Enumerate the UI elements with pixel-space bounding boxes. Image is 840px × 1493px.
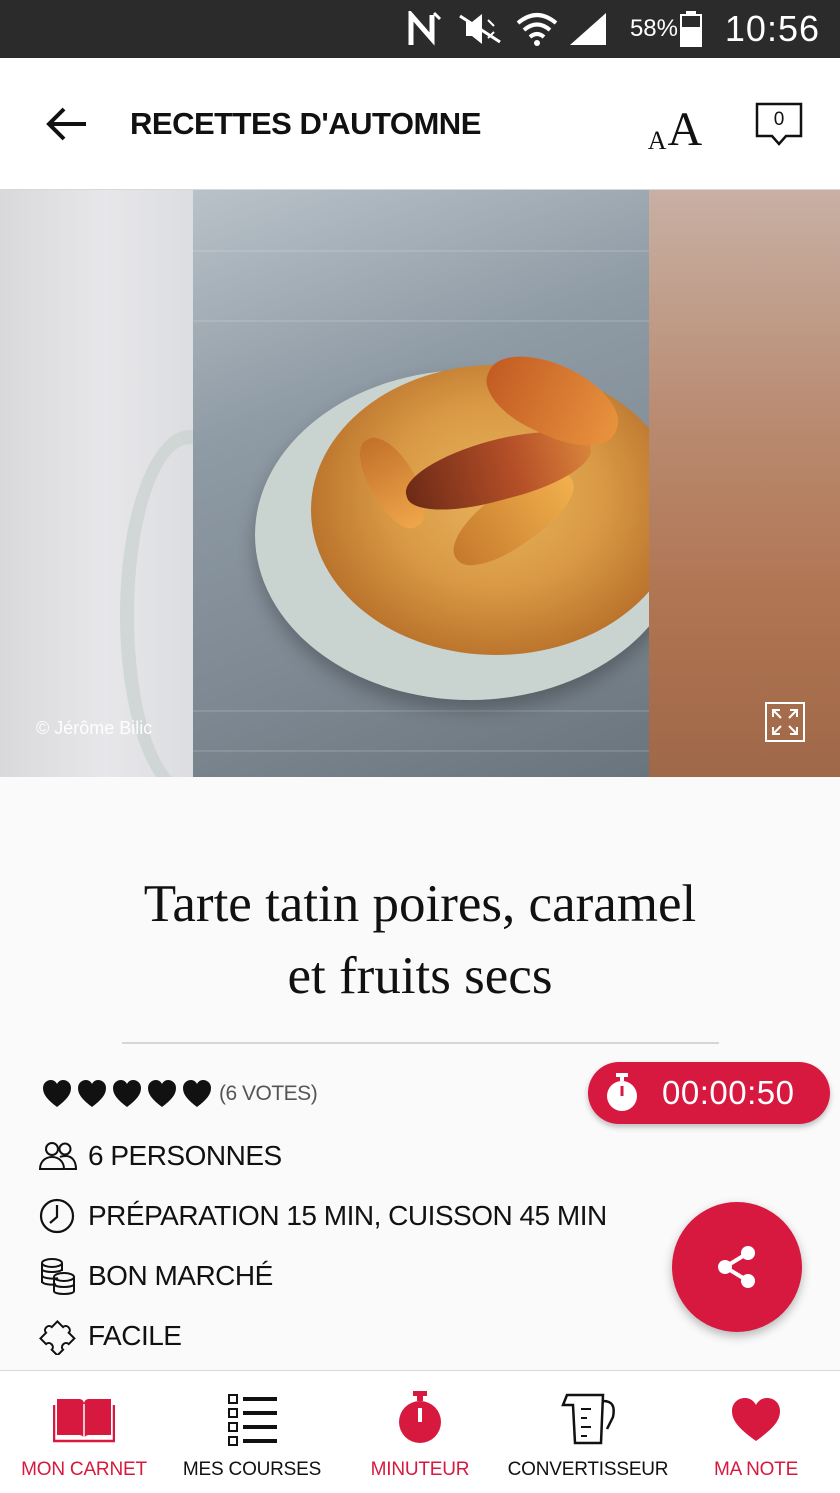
photo-blur-right (649, 190, 840, 777)
measuring-cup-icon (561, 1393, 615, 1445)
cost-text: BON MARCHÉ (88, 1260, 273, 1291)
servings-row: 6 PERSONNES (38, 1134, 282, 1178)
expand-icon (772, 709, 798, 735)
photo-credit: © Jérôme Bilic (36, 718, 153, 738)
wifi-icon (516, 0, 558, 58)
recipe-title: Tarte tatin poires, caramel et fruits se… (40, 868, 800, 1012)
heart-icon (183, 1080, 211, 1107)
nav-label-mon-carnet: MON CARNET (21, 1459, 147, 1480)
time-row: PRÉPARATION 15 MIN, CUISSON 45 MIN (38, 1194, 607, 1238)
rating[interactable]: (6 VOTES) (42, 1074, 318, 1114)
recipe-title-line1: Tarte tatin poires, caramel (143, 875, 697, 933)
nav-label-ma-note: MA NOTE (713, 1459, 799, 1480)
recipe-screen: 58% 10:56 RECETTES D'AUTOMNE A A 0 © Jér… (0, 0, 840, 1493)
nav-label-mes-courses: MES COURSES (182, 1459, 322, 1480)
signal-icon (568, 0, 608, 58)
heart-icon (113, 1080, 141, 1107)
heart-icon (732, 1398, 780, 1441)
font-size-button[interactable]: A A (640, 94, 710, 154)
share-button[interactable] (672, 1202, 802, 1332)
coins-icon (41, 1258, 75, 1295)
difficulty-text: FACILE (88, 1320, 182, 1351)
recipe-photo[interactable]: © Jérôme Bilic (0, 190, 840, 777)
nfc-icon (408, 0, 442, 58)
title-divider (122, 1042, 719, 1044)
time-text: PRÉPARATION 15 MIN, CUISSON 45 MIN (88, 1200, 607, 1231)
votes-count: (6 VOTES) (219, 1082, 318, 1105)
battery-percent: 58% (629, 15, 678, 42)
cost-row: BON MARCHÉ (38, 1254, 273, 1298)
difficulty-row: FACILE (38, 1314, 182, 1358)
nav-convertisseur[interactable]: CONVERTISSEUR (504, 1371, 672, 1493)
font-size-large-glyph: A (667, 103, 703, 156)
nav-ma-note[interactable]: MA NOTE (672, 1371, 840, 1493)
toolbar-title: RECETTES D'AUTOMNE (130, 106, 481, 141)
comment-count: 0 (773, 109, 785, 130)
mute-icon (456, 0, 504, 58)
clock: 10:56 (724, 8, 820, 49)
nav-label-convertisseur: CONVERTISSEUR (507, 1459, 669, 1480)
status-bar: 58% 10:56 (0, 0, 840, 58)
heart-icon (148, 1080, 176, 1107)
arrow-left-icon (46, 107, 86, 141)
heart-icon (43, 1080, 71, 1107)
book-icon (53, 1399, 115, 1443)
font-size-small-glyph: A (647, 126, 667, 155)
timer-value: 00:00:50 (662, 1074, 795, 1111)
comments-button[interactable]: 0 (754, 98, 814, 158)
list-icon (228, 1394, 277, 1446)
heart-icon (78, 1080, 106, 1107)
nav-mon-carnet[interactable]: MON CARNET (0, 1371, 168, 1493)
back-button[interactable] (36, 94, 96, 154)
servings-text: 6 PERSONNES (88, 1140, 282, 1171)
battery-icon (680, 0, 702, 58)
puzzle-icon (39, 1320, 76, 1355)
tart-photo (193, 190, 649, 777)
recipe-title-line2: et fruits secs (287, 947, 553, 1005)
people-icon (38, 1142, 78, 1170)
nav-label-minuteur: MINUTEUR (370, 1459, 470, 1480)
stopwatch-icon (399, 1391, 441, 1443)
share-icon (718, 1246, 755, 1288)
fullscreen-button[interactable] (765, 702, 805, 742)
app-toolbar: RECETTES D'AUTOMNE A A 0 (0, 58, 840, 190)
stopwatch-icon (607, 1073, 637, 1111)
nav-minuteur[interactable]: MINUTEUR (336, 1371, 504, 1493)
timer-button[interactable]: 00:00:50 (588, 1062, 830, 1124)
bottom-navigation: MON CARNET MES COURSES MINUTEUR CONVERTI… (0, 1370, 840, 1493)
photo-blur-left (0, 190, 260, 777)
nav-mes-courses[interactable]: MES COURSES (168, 1371, 336, 1493)
clock-icon (39, 1198, 75, 1234)
